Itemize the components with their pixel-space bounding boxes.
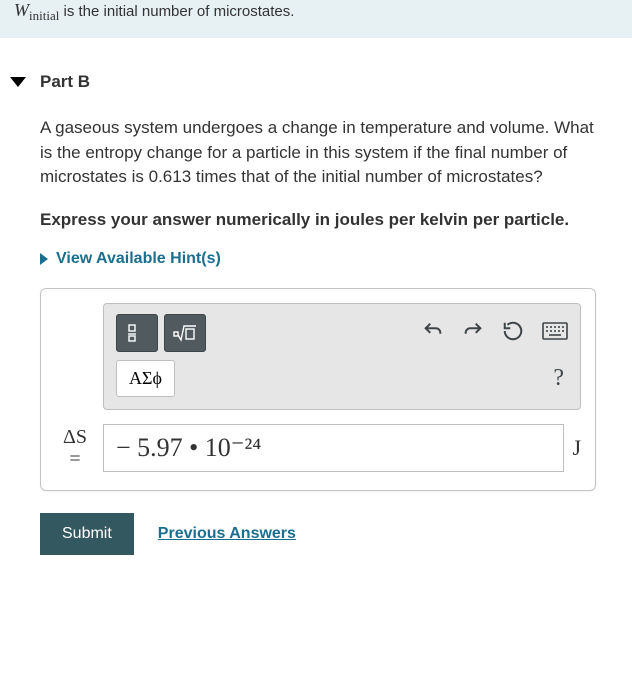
redo-icon[interactable] — [462, 320, 484, 346]
submit-button[interactable]: Submit — [40, 513, 134, 555]
w-variable: W — [14, 0, 29, 20]
root-tool-button[interactable] — [164, 314, 206, 352]
instruction-text: Express your answer numerically in joule… — [40, 208, 596, 232]
symbols-button[interactable]: ΑΣϕ — [116, 360, 175, 397]
fraction-tool-button[interactable] — [116, 314, 158, 352]
part-header[interactable]: Part B — [0, 66, 632, 110]
banner-text: is the initial number of microstates. — [59, 3, 294, 20]
undo-icon[interactable] — [422, 320, 444, 346]
hints-label: View Available Hint(s) — [56, 250, 221, 268]
caret-down-icon — [10, 77, 26, 87]
answer-unit: J — [572, 435, 581, 461]
reset-icon[interactable] — [502, 320, 524, 346]
part-title: Part B — [40, 72, 90, 92]
answer-lhs: ΔS = — [55, 426, 95, 470]
help-icon[interactable]: ? — [553, 365, 568, 392]
delta-s-symbol: ΔS — [55, 426, 95, 448]
view-hints-toggle[interactable]: View Available Hint(s) — [40, 250, 596, 268]
equals-symbol: = — [55, 448, 95, 470]
answer-input[interactable]: − 5.97 • 10⁻²⁴ — [103, 424, 564, 472]
equation-toolbar: ΑΣϕ ? — [103, 303, 581, 410]
w-subscript: initial — [29, 8, 59, 23]
answer-box: ΑΣϕ ? ΔS = − 5.97 • 10⁻²⁴ J — [40, 288, 596, 491]
caret-right-icon — [40, 253, 48, 265]
keyboard-icon[interactable] — [542, 322, 568, 344]
previous-answers-link[interactable]: Previous Answers — [158, 525, 296, 543]
context-banner: Winitial is the initial number of micros… — [0, 0, 632, 38]
question-text: A gaseous system undergoes a change in t… — [40, 116, 596, 190]
